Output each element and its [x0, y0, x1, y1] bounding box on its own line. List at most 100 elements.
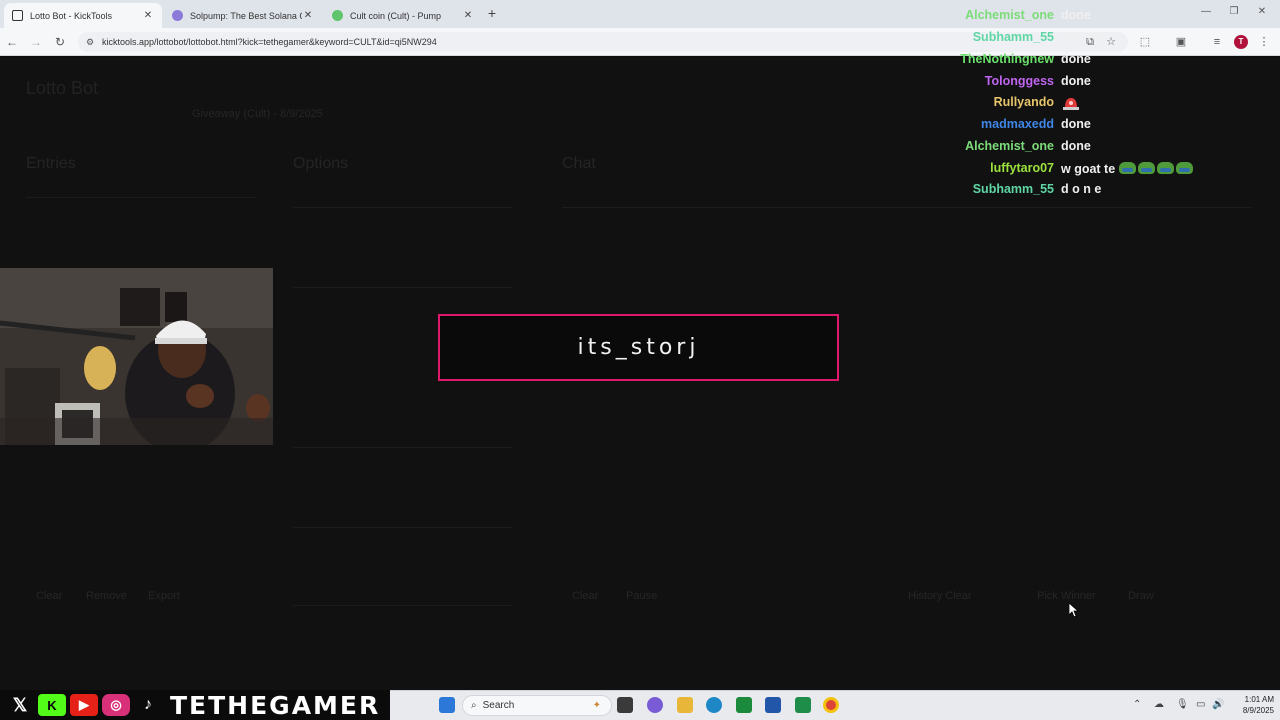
onedrive-icon[interactable]: ☁ [1154, 699, 1164, 710]
chat-clear-button[interactable]: Clear [572, 590, 598, 602]
mouse-cursor-icon [1069, 603, 1079, 617]
search-highlight-icon: ✦ [592, 700, 601, 711]
close-tab-icon[interactable]: ✕ [142, 10, 154, 21]
volume-icon[interactable]: 🔊 [1212, 699, 1224, 710]
url-text: kicktools.app/lottobot/lottobot.html?kic… [102, 37, 437, 47]
chat-text: d o n e [1061, 30, 1102, 44]
divider [293, 605, 513, 606]
copilot-icon[interactable] [647, 697, 663, 713]
kicktools-favicon-icon [12, 10, 23, 21]
chat-text: done [1061, 52, 1091, 66]
search-icon: ⌕ [471, 700, 477, 711]
task-view-icon[interactable] [617, 697, 633, 713]
microphone-icon[interactable]: 🎙 [1176, 699, 1189, 710]
divider [293, 207, 513, 208]
chat-text: d o n e [1061, 182, 1102, 196]
back-icon[interactable]: ← [4, 34, 20, 50]
search-placeholder: Search [482, 700, 515, 711]
windows-start-icon[interactable] [439, 697, 455, 713]
winner-popup: its_storj [438, 314, 839, 381]
tiktok-icon: ♪ [144, 696, 152, 713]
chat-message: Rullyando [930, 95, 1280, 115]
divider [293, 287, 513, 288]
pepe-emote-icon [1118, 162, 1136, 174]
pump-favicon-icon [332, 10, 343, 21]
chat-text: w goat te [1061, 162, 1116, 176]
x-icon: 𝕏 [12, 694, 28, 715]
clock-time: 1:01 AM [1244, 695, 1274, 704]
instagram-icon: ◎ [102, 694, 130, 716]
draw-button[interactable]: Draw [1128, 590, 1154, 602]
reload-icon[interactable]: ↻ [52, 34, 68, 50]
chat-text: done [1061, 117, 1091, 131]
close-tab-icon[interactable]: ✕ [462, 10, 474, 21]
divider [562, 207, 1252, 208]
divider [26, 197, 256, 198]
clock-date: 8/9/2025 [1242, 706, 1274, 715]
app-icon[interactable] [795, 697, 811, 713]
youtube-icon: ▶ [70, 694, 98, 716]
kick-icon: K [38, 694, 66, 716]
tab-lotto-bot[interactable]: Lotto Bot - KickTools ✕ [4, 3, 162, 28]
siren-emote-icon [1063, 98, 1079, 110]
chat-username: Alchemist_one [965, 139, 1054, 153]
chrome-icon[interactable] [823, 697, 839, 713]
streamer-brand-name: TETHEGAMER [170, 690, 381, 720]
store-icon[interactable] [765, 697, 781, 713]
chat-username: Tolonggess [984, 74, 1054, 88]
webcam-image [0, 268, 273, 445]
xbox-icon[interactable] [736, 697, 752, 713]
chat-username: TheNothingnew [960, 52, 1054, 66]
tab-title: Solpump: The Best Solana Cas... [190, 10, 302, 21]
site-info-icon[interactable]: ⚙ [86, 37, 96, 47]
pepe-emote-icon [1137, 162, 1155, 174]
webcam-feed [0, 268, 273, 445]
history-clear-button[interactable]: History Clear [908, 590, 972, 602]
entries-clear-button[interactable]: Clear [36, 590, 62, 602]
edge-icon[interactable] [706, 697, 722, 713]
file-explorer-icon[interactable] [677, 697, 693, 713]
tab-title: Lotto Bot - KickTools [30, 10, 113, 21]
new-tab-button[interactable]: + [485, 5, 499, 21]
chat-message: Alchemist_one done [930, 139, 1280, 159]
chat-text [1061, 95, 1081, 111]
network-icon[interactable]: ▭ [1196, 699, 1205, 710]
tab-cult-coin[interactable]: Cult coin (Cult) - Pump ✕ [324, 3, 482, 28]
chat-username: Subhamm_55 [972, 30, 1054, 44]
chat-text: done [1061, 139, 1091, 153]
chat-username: Alchemist_one [965, 8, 1054, 22]
taskbar-search[interactable]: ⌕ Search ✦ [462, 695, 612, 716]
chat-message: Subhamm_55 d o n e [930, 30, 1280, 50]
chat-username: Rullyando [993, 95, 1054, 109]
breadcrumb: Giveaway (Cult) - 8/9/2025 [192, 108, 323, 120]
page-title: Lotto Bot [26, 78, 99, 98]
chat-text-with-emotes: w goat te [1061, 161, 1195, 176]
entries-export-button[interactable]: Export [148, 590, 180, 602]
chat-username: madmaxedd [981, 117, 1054, 131]
winner-name: its_storj [577, 335, 700, 360]
streamer-socials-banner: 𝕏 K ▶ ◎ ♪ TETHEGAMER [0, 690, 390, 720]
tray-overflow-icon[interactable]: ⌃ [1133, 699, 1141, 710]
entries-heading: Entries [26, 155, 76, 172]
taskbar-clock[interactable]: 1:01 AM 8/9/2025 [1226, 694, 1274, 716]
chat-pause-button[interactable]: Pause [626, 590, 657, 602]
chat-username: luffytaro07 [990, 161, 1054, 175]
chat-message: madmaxedd done [930, 117, 1280, 137]
tab-title: Cult coin (Cult) - Pump [350, 10, 442, 21]
options-heading: Options [293, 155, 349, 172]
tab-solpump[interactable]: Solpump: The Best Solana Cas... ✕ [164, 3, 322, 28]
chat-message: Tolonggess done [930, 74, 1280, 94]
entries-remove-button[interactable]: Remove [86, 590, 127, 602]
chat-heading: Chat [562, 155, 596, 172]
forward-icon[interactable]: → [28, 34, 44, 50]
chat-message: TheNothingnew done [930, 52, 1280, 72]
pepe-emote-icon [1156, 162, 1174, 174]
pick-winner-button[interactable]: Pick Winner [1037, 590, 1096, 602]
chat-username: Subhamm_55 [972, 182, 1054, 196]
pepe-emote-icon [1175, 162, 1193, 174]
chat-message: luffytaro07 w goat te [930, 161, 1280, 181]
chat-text: done [1061, 74, 1091, 88]
close-tab-icon[interactable]: ✕ [302, 10, 314, 21]
chat-text: done [1061, 8, 1091, 22]
chat-message: Alchemist_one done [930, 8, 1280, 28]
